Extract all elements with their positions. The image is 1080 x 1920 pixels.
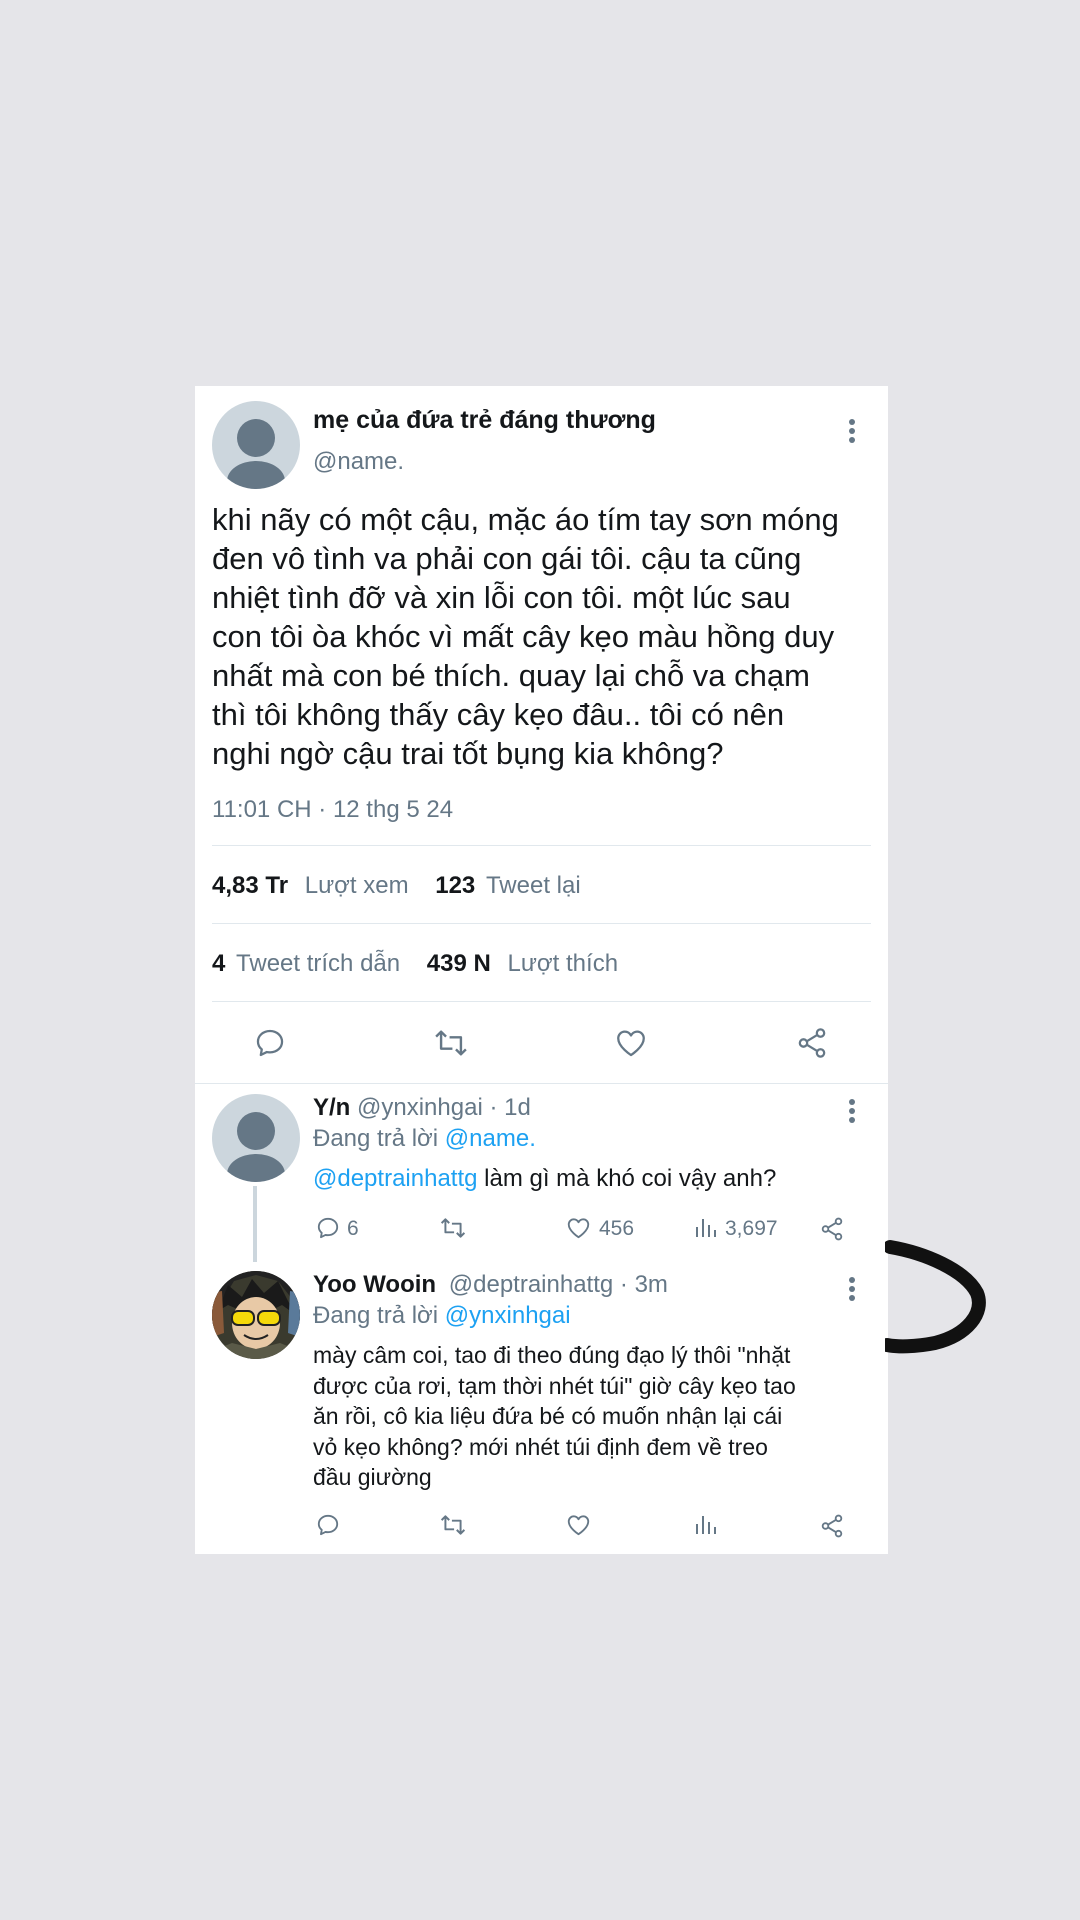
reply-text-line: được của rơi, tạm thời nhét túi" giờ cây… [313,1372,796,1399]
replying-to: Đang trả lời @name. [313,1125,536,1153]
analytics-icon[interactable] [694,1513,718,1537]
tweet-timestamp[interactable]: 11:01 CH · 12 thg 5 24 [212,796,453,824]
likes-count[interactable]: 439 N [427,950,491,977]
retweets-label[interactable]: Tweet lại [486,872,581,899]
comment-icon[interactable] [253,1026,287,1060]
reply-text-line: vỏ kẹo không? mới nhét túi định đem về t… [313,1433,768,1460]
heart-icon[interactable] [613,1026,649,1060]
scribble-mark [885,1240,986,1354]
comment-icon[interactable] [315,1512,341,1538]
replying-to-mention[interactable]: @ynxinhgai [445,1302,571,1329]
quotes-label[interactable]: Tweet trích dẫn [236,950,400,977]
replying-to-prefix: Đang trả lời [313,1125,439,1152]
replying-to-mention[interactable]: @name. [445,1125,536,1152]
replying-to: Đang trả lời @ynxinhgai [313,1302,571,1330]
heart-icon[interactable] [565,1215,592,1241]
reply-header: Yoo Wooin @deptrainhattg · 3m [313,1271,668,1299]
stats-row-views-retweets: 4,83 Tr Lượt xem 123 Tweet lại [212,872,581,900]
replying-to-prefix: Đang trả lời [313,1302,439,1329]
tweet-text: khi nãy có một cậu, mặc áo tím tay sơn m… [212,500,839,773]
author-avatar[interactable] [212,401,300,489]
reply-display-name[interactable]: Yoo Wooin [313,1271,436,1298]
divider [212,1001,871,1002]
reply-text: @deptrainhattg làm gì mà khó coi vậy anh… [313,1165,776,1193]
comment-icon[interactable] [315,1215,341,1241]
more-vertical-icon[interactable] [849,1099,855,1123]
retweet-icon[interactable] [438,1215,468,1241]
tweet-text-line: thì tôi không thấy cây kẹo đâu.. tôi có … [212,697,785,732]
like-count[interactable]: 456 [599,1217,634,1241]
reply-handle-time[interactable]: @deptrainhattg · 3m [449,1271,668,1298]
views-count: 4,83 Tr [212,872,289,899]
analytics-icon[interactable] [694,1216,718,1240]
stats-row-quotes-likes: 4 Tweet trích dẫn 439 N Lượt thích [212,950,618,978]
reply-text-line: đầu giường [313,1464,432,1490]
reply-avatar[interactable] [212,1094,300,1182]
more-vertical-icon[interactable] [849,419,855,443]
retweet-icon[interactable] [432,1026,470,1060]
heart-icon[interactable] [565,1512,592,1538]
author-handle[interactable]: @name. [313,448,404,476]
retweets-count[interactable]: 123 [435,872,475,899]
views-label: Lượt xem [304,872,409,899]
share-icon[interactable] [819,1216,845,1242]
reply-mention[interactable]: @deptrainhattg [313,1165,477,1192]
thread-line [253,1186,257,1262]
view-count[interactable]: 3,697 [725,1217,778,1241]
retweet-icon[interactable] [438,1512,468,1538]
tweet-text-line: nhất mà con bé thích. quay lại chỗ va ch… [212,658,810,693]
reply-text-line: mày câm coi, tao đi theo đúng đạo lý thô… [313,1342,791,1368]
divider [195,1083,888,1084]
reply-avatar[interactable] [212,1271,300,1359]
share-icon[interactable] [795,1026,829,1060]
reply-count[interactable]: 6 [347,1217,359,1241]
more-vertical-icon[interactable] [849,1277,855,1301]
divider [212,845,871,846]
tweet-text-line: khi nãy có một cậu, mặc áo tím tay sơn m… [212,502,839,537]
tweet-card: mẹ của đứa trẻ đáng thương @name. khi nã… [195,386,888,1554]
reply-text-line: ăn rồi, cô kia liệu đứa bé có muốn nhận … [313,1403,783,1429]
share-icon[interactable] [819,1513,845,1539]
author-display-name[interactable]: mẹ của đứa trẻ đáng thương [313,406,656,435]
tweet-text-line: nhiệt tình đỡ và xin lỗi con tôi. một lú… [212,580,791,615]
reply-body: làm gì mà khó coi vậy anh? [484,1165,777,1192]
reply-display-name[interactable]: Y/n [313,1094,350,1121]
reply-header: Y/n @ynxinhgai · 1d [313,1094,531,1122]
quotes-count[interactable]: 4 [212,950,225,977]
likes-label[interactable]: Lượt thích [508,950,619,977]
tweet-text-line: con tôi òa khóc vì mất cây kẹo màu hồng … [212,619,835,654]
reply-text: mày câm coi, tao đi theo đúng đạo lý thô… [313,1340,796,1493]
tweet-text-line: đen vô tình va phải con gái tôi. cậu ta … [212,541,802,576]
divider [212,923,871,924]
reply-handle-time[interactable]: @ynxinhgai · 1d [357,1094,531,1121]
tweet-text-line: nghi ngờ cậu trai tốt bụng kia không? [212,736,724,771]
